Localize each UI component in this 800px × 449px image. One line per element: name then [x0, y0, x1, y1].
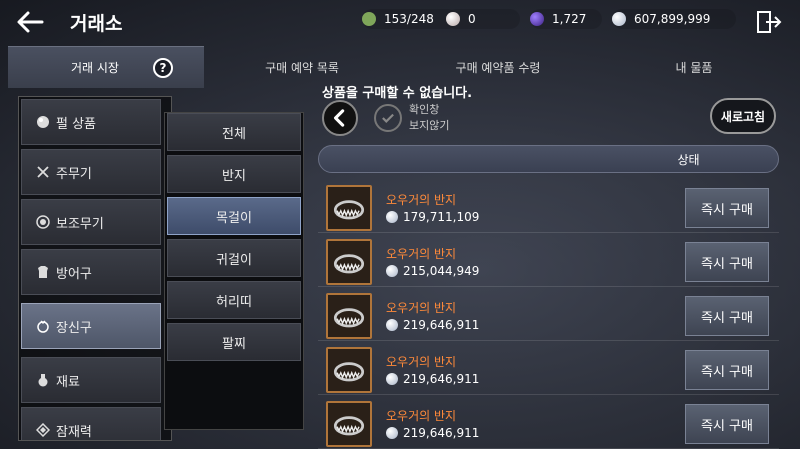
category-label: 잠재력: [56, 424, 92, 440]
hide-confirm-line-2: 보지않기: [409, 119, 450, 132]
item-price: 215,044,949: [403, 264, 480, 278]
item-name: 오우거의 반지: [386, 355, 457, 369]
status-header: 상태: [318, 145, 779, 173]
category-pearl-items[interactable]: 펄 상품: [21, 99, 161, 145]
subcategory-label: 팔찌: [222, 336, 246, 352]
category-label: 장신구: [56, 320, 92, 336]
ring-item-icon: [326, 401, 372, 447]
page-title: 거래소: [70, 13, 123, 35]
weight-icon: [362, 12, 376, 26]
pearl-stat: 0: [446, 9, 520, 29]
item-name: 오우거의 반지: [386, 193, 457, 207]
item-price: 219,646,911: [403, 426, 480, 440]
silver-icon: [386, 265, 398, 277]
subcategory-label: 반지: [222, 168, 246, 184]
listing-list: 오우거의 반지 179,711,109 즉시 구매 오우거의 반지 215,04…: [318, 180, 779, 449]
ring-item-icon: [326, 347, 372, 393]
category-accessory[interactable]: 장신구: [21, 303, 161, 349]
armor-icon: [38, 266, 48, 278]
subcategory-label: 전체: [222, 126, 246, 142]
category-label: 방어구: [56, 266, 92, 282]
instant-buy-button[interactable]: 즉시 구매: [685, 296, 769, 336]
subcategory-list: 전체 반지 목걸이 귀걸이 허리띠 팔찌: [164, 112, 304, 430]
category-potential[interactable]: 잠재력: [21, 407, 161, 440]
silver-icon: [386, 373, 398, 385]
subcategory-necklace[interactable]: 목걸이: [167, 197, 301, 235]
subcategory-earring[interactable]: 귀걸이: [167, 239, 301, 277]
ring-item-icon: [326, 239, 372, 285]
listing-row: 오우거의 반지 219,646,911 즉시 구매: [318, 288, 779, 341]
listing-row: 오우거의 반지 219,646,911 즉시 구매: [318, 396, 779, 449]
listing-row: 오우거의 반지 215,044,949 즉시 구매: [318, 234, 779, 287]
item-price: 219,646,911: [403, 372, 480, 386]
silver-icon: [612, 12, 626, 26]
pearl-icon: [446, 12, 460, 26]
weight-stat: 153/248: [362, 9, 458, 29]
help-icon[interactable]: ?: [152, 57, 173, 78]
category-label: 펄 상품: [56, 116, 97, 132]
potion-icon: [38, 374, 48, 387]
ring-item-icon: [326, 185, 372, 231]
category-label: 재료: [56, 374, 80, 390]
back-arrow-icon[interactable]: [14, 8, 46, 36]
accessory-icon: [37, 320, 49, 333]
listing-row: 오우거의 반지 219,646,911 즉시 구매: [318, 342, 779, 395]
gem-icon: [36, 423, 50, 437]
checkmark-icon[interactable]: [374, 104, 402, 132]
ring-target-icon: [36, 215, 50, 229]
crystal-stat: 1,727: [530, 9, 602, 29]
tab-label: 내 물품: [675, 60, 713, 75]
item-price: 219,646,911: [403, 318, 480, 332]
tab-label: 거래 시장: [71, 61, 119, 75]
category-material[interactable]: 재료: [21, 357, 161, 403]
listing-row: 오우거의 반지 179,711,109 즉시 구매: [318, 180, 779, 233]
tab-label: 구매 예약품 수령: [455, 60, 541, 75]
category-main-weapon[interactable]: 주무기: [21, 149, 161, 195]
subcategory-belt[interactable]: 허리띠: [167, 281, 301, 319]
subcategory-label: 귀걸이: [216, 252, 252, 268]
instant-buy-button[interactable]: 즉시 구매: [685, 350, 769, 390]
silver-icon: [386, 211, 398, 223]
instant-buy-button[interactable]: 즉시 구매: [685, 188, 769, 228]
item-price: 179,711,109: [403, 210, 480, 224]
tab-my-items[interactable]: 내 물품: [596, 46, 792, 88]
pearl-value: 0: [468, 12, 476, 26]
ring-item-icon: [326, 293, 372, 339]
weight-value: 153/248: [384, 12, 434, 26]
chevron-left-icon[interactable]: [322, 100, 358, 136]
subcategory-ring[interactable]: 반지: [167, 155, 301, 193]
pearl-icon: [37, 116, 49, 128]
category-armor[interactable]: 방어구: [21, 249, 161, 295]
silver-icon: [386, 427, 398, 439]
crystal-icon: [530, 12, 544, 26]
hide-confirm-line-1: 확인창: [409, 103, 440, 116]
cannot-purchase-notice: 상품을 구매할 수 없습니다.: [322, 86, 473, 101]
category-sub-weapon[interactable]: 보조무기: [21, 199, 161, 245]
crossed-swords-icon: [37, 166, 49, 178]
silver-stat: 607,899,999: [612, 9, 736, 29]
tab-label: 구매 예약 목록: [265, 60, 339, 75]
item-name: 오우거의 반지: [386, 247, 457, 261]
item-name: 오우거의 반지: [386, 301, 457, 315]
instant-buy-button[interactable]: 즉시 구매: [685, 242, 769, 282]
subcategory-label: 허리띠: [216, 294, 252, 310]
exit-door-icon[interactable]: [756, 10, 782, 34]
refresh-button[interactable]: 새로고침: [710, 98, 776, 134]
subcategory-bracelet[interactable]: 팔찌: [167, 323, 301, 361]
subcategory-label: 목걸이: [216, 210, 252, 226]
tab-market[interactable]: 거래 시장 ?: [8, 46, 204, 88]
category-label: 주무기: [56, 166, 92, 182]
category-list: 펄 상품 주무기 보조무기 방어구 장신구 재료 잠재력: [18, 96, 172, 441]
item-name: 오우거의 반지: [386, 409, 457, 423]
silver-value: 607,899,999: [634, 12, 711, 26]
silver-icon: [386, 319, 398, 331]
hide-confirm-label: 확인창 보지않기: [409, 102, 449, 134]
instant-buy-button[interactable]: 즉시 구매: [685, 404, 769, 444]
top-bar: 거래소 153/248 0 1,727 607,899,999: [0, 0, 800, 44]
subcategory-all[interactable]: 전체: [167, 113, 301, 151]
crystal-value: 1,727: [552, 12, 587, 26]
category-label: 보조무기: [56, 216, 104, 232]
